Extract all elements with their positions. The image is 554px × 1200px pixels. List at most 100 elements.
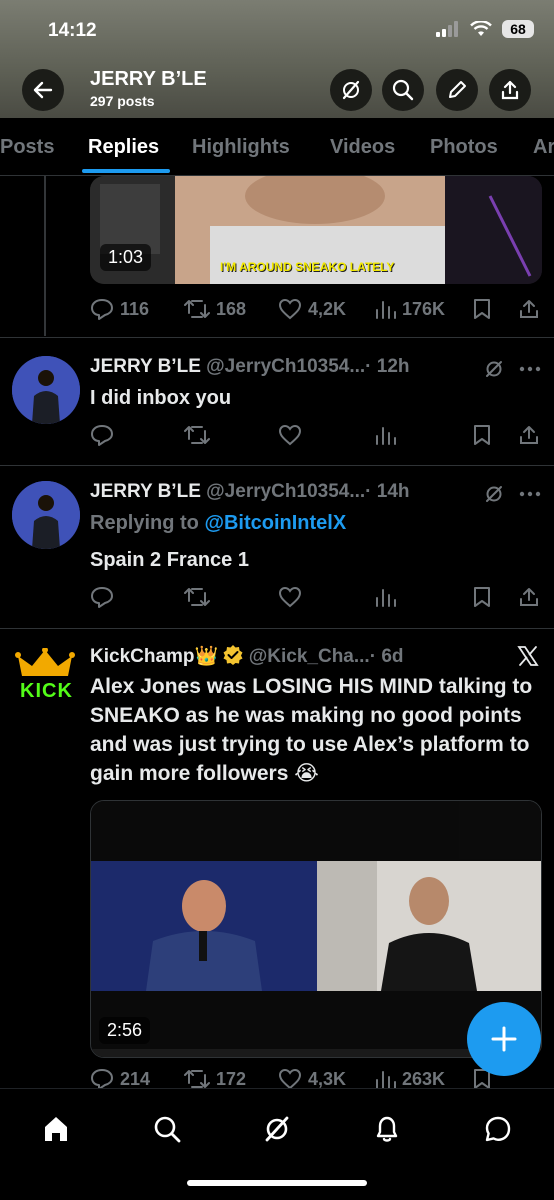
edit-button[interactable]	[436, 69, 478, 111]
share-post-button[interactable]	[518, 298, 540, 320]
views-button[interactable]	[374, 586, 396, 608]
views-icon	[376, 301, 396, 319]
views-button[interactable]	[374, 424, 396, 446]
repost-count: 168	[216, 298, 247, 319]
display-name[interactable]: JERRY B’LE	[90, 356, 201, 377]
reply-button[interactable]	[90, 586, 114, 608]
share-post-button[interactable]	[518, 586, 540, 608]
nav-home[interactable]	[36, 1109, 76, 1149]
repost-button[interactable]	[184, 424, 210, 446]
replying-to-handle[interactable]: @BitcoinIntelX	[204, 512, 346, 534]
share-icon	[520, 426, 538, 444]
avatar[interactable]	[12, 481, 80, 549]
post-time: · 6d	[369, 646, 404, 667]
like-count: 4,2K	[308, 298, 347, 319]
tab-photos[interactable]: Photos	[430, 136, 498, 159]
tab-highlights[interactable]: Highlights	[192, 136, 290, 159]
repost-button[interactable]: 172	[184, 1068, 246, 1088]
heart-icon	[278, 1068, 302, 1088]
profile-name: JERRY B’LE	[90, 68, 207, 90]
avatar[interactable]: KICK	[14, 648, 76, 710]
replying-to-label: Replying to	[90, 512, 205, 534]
share-post-button[interactable]	[518, 424, 540, 446]
reply-button[interactable]: 116	[90, 298, 149, 320]
compose-button[interactable]	[467, 1002, 541, 1076]
like-button[interactable]: 4,2K	[278, 298, 346, 320]
tweet1-video[interactable]: I'M AROUND SNEAKO LATELY 1:03	[90, 176, 542, 284]
home-icon	[45, 1117, 67, 1141]
active-tab-indicator	[82, 169, 170, 173]
display-name[interactable]: KickChamp👑	[90, 646, 218, 667]
share-button[interactable]	[489, 69, 531, 111]
tweet2-actions	[90, 424, 540, 450]
repost-button[interactable]	[184, 586, 210, 608]
like-button[interactable]	[278, 586, 302, 608]
tab-posts[interactable]: Posts	[0, 136, 54, 159]
post-count: 297 posts	[90, 93, 155, 109]
avatar[interactable]	[12, 356, 80, 424]
grok-icon[interactable]	[483, 358, 505, 380]
views-icon	[376, 427, 396, 445]
tab-articles[interactable]: Ar	[533, 136, 554, 159]
search-button[interactable]	[382, 69, 424, 111]
crown-logo	[15, 648, 75, 676]
like-count: 4,3K	[308, 1068, 347, 1089]
tab-videos[interactable]: Videos	[330, 136, 395, 159]
like-button[interactable]	[278, 424, 302, 446]
back-button[interactable]	[22, 69, 64, 111]
nav-notifications[interactable]	[367, 1109, 407, 1149]
tab-replies[interactable]: Replies	[88, 136, 159, 159]
handle[interactable]: @JerryCh10354...	[206, 356, 365, 377]
post-time: · 12h	[365, 356, 410, 377]
bookmark-button[interactable]	[472, 586, 492, 608]
display-name[interactable]: JERRY B’LE	[90, 481, 201, 502]
repost-count: 172	[216, 1068, 247, 1089]
thread-line	[44, 176, 46, 336]
more-icon[interactable]	[519, 366, 541, 372]
grok-button[interactable]	[330, 69, 372, 111]
views-icon	[376, 1071, 396, 1088]
status-icons: 68	[436, 20, 534, 38]
nav-grok[interactable]	[257, 1109, 297, 1149]
tweet-text: Spain 2 France 1	[90, 549, 249, 571]
nav-search[interactable]	[147, 1109, 187, 1149]
nav-messages[interactable]	[478, 1109, 518, 1149]
reply-button[interactable]	[90, 424, 114, 446]
views-icon	[376, 589, 396, 607]
tweet4-header: KickChamp👑 @Kick_Cha...· 6d	[90, 644, 404, 668]
pencil-icon	[449, 81, 466, 98]
views-button[interactable]: 263K	[374, 1068, 445, 1088]
tweet1-actions: 116 168 4,2K 176K	[90, 298, 540, 324]
replying-to: Replying to @BitcoinIntelX	[90, 512, 346, 535]
grok-icon	[342, 80, 360, 100]
avatar-image	[12, 356, 80, 424]
share-icon	[520, 300, 538, 318]
chat-bubble-icon	[485, 1116, 511, 1142]
like-button[interactable]: 4,3K	[278, 1068, 346, 1088]
views-button[interactable]: 176K	[374, 298, 445, 320]
reply-count: 214	[120, 1068, 151, 1089]
post-time: · 14h	[365, 481, 410, 502]
repost-icon	[184, 1070, 210, 1088]
repost-icon	[184, 300, 210, 318]
bookmark-button[interactable]	[472, 298, 492, 320]
reply-button[interactable]: 214	[90, 1068, 150, 1088]
repost-button[interactable]: 168	[184, 298, 246, 320]
bookmark-button[interactable]	[472, 424, 492, 446]
arrow-left-icon	[33, 81, 53, 99]
divider	[0, 337, 554, 338]
clock: 14:12	[48, 20, 97, 41]
more-icon[interactable]	[519, 491, 541, 497]
share-icon	[501, 80, 519, 100]
search-icon	[154, 1116, 181, 1143]
heart-icon	[278, 298, 302, 320]
bookmark-icon	[474, 587, 490, 607]
share-icon	[520, 588, 538, 606]
status-bar: 14:12 68	[0, 18, 554, 46]
reply-icon	[91, 587, 113, 608]
handle[interactable]: @Kick_Cha...	[249, 646, 370, 667]
handle[interactable]: @JerryCh10354...	[206, 481, 365, 502]
kick-logo-text: KICK	[20, 680, 73, 702]
grok-icon[interactable]	[483, 483, 505, 505]
search-icon	[392, 79, 414, 101]
